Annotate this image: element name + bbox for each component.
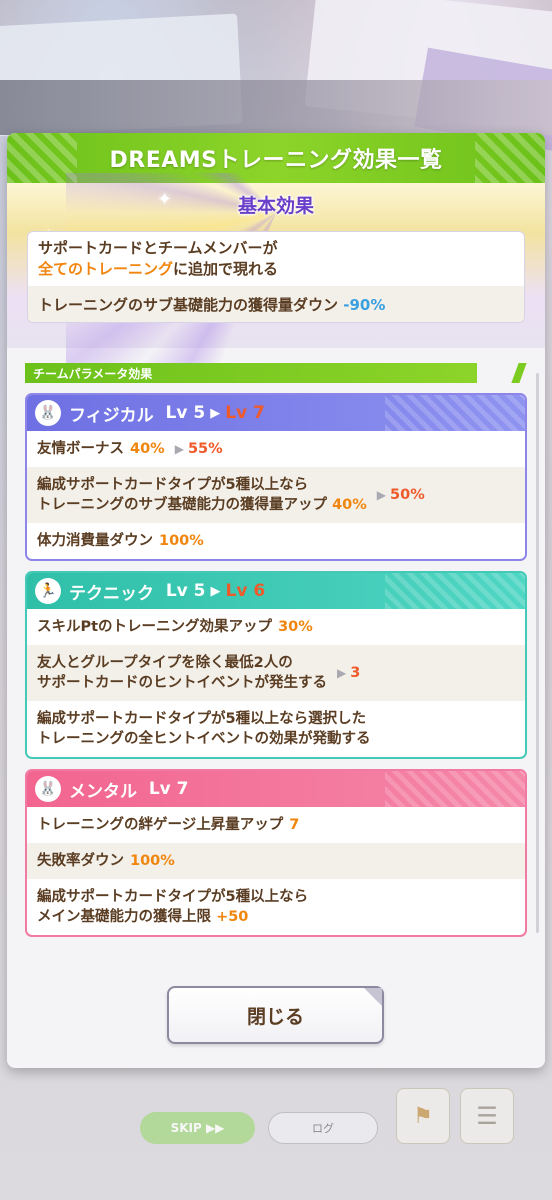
scrollbar[interactable]: [536, 373, 539, 933]
basic-effect-line: サポートカードとチームメンバーが: [38, 239, 278, 257]
basic-effects-label: 基本効果: [237, 195, 315, 217]
play-triangle-icon: ▶: [210, 405, 221, 421]
level-to: Lv 6: [225, 581, 266, 601]
basic-effects-box: サポートカードとチームメンバーが 全てのトレーニングに追加で現れる トレーニング…: [27, 231, 525, 323]
effect-row: 友情ボーナス 40% ▶ 55%: [27, 431, 525, 467]
training-effects-dialog: DREAMSトレーニング効果一覧 ✦ ✦ ✦ 基本効果 サポートカードとチームメ…: [7, 133, 545, 1068]
level-to: Lv 7: [225, 403, 265, 423]
effect-text: トレーニングの全ヒントイベントの効果が発動する: [37, 731, 371, 747]
card-name: フィジカル: [69, 405, 154, 426]
effect-text: スキルPtのトレーニング効果アップ: [37, 619, 273, 635]
team-parameter-header: チームパラメータ効果: [25, 363, 527, 383]
close-button[interactable]: 閉じる: [167, 986, 384, 1044]
effect-new-value: 50%: [390, 487, 425, 503]
effect-value: 100%: [130, 853, 175, 869]
basic-effect-line: 全てのトレーニングに追加で現れる: [38, 259, 514, 280]
skip-button[interactable]: SKIP ▶▶: [140, 1112, 255, 1144]
effect-text: 体力消費量ダウン: [37, 533, 153, 549]
effect-value: 100%: [159, 533, 204, 549]
effect-row: 編成サポートカードタイプが5種以上なら選択した トレーニングの全ヒントイベントの…: [27, 701, 525, 757]
basic-effect-row: サポートカードとチームメンバーが 全てのトレーニングに追加で現れる: [28, 232, 524, 286]
effect-text: 友人とグループタイプを除く最低2人の: [37, 655, 293, 671]
basic-effect-row: トレーニングのサブ基礎能力の獲得量ダウン -90%: [28, 286, 524, 322]
effect-new-value: 3: [350, 665, 361, 681]
bg-status-bar: [0, 80, 552, 135]
effect-row: 編成サポートカードタイプが5種以上なら メイン基礎能力の獲得上限 +50: [27, 879, 525, 935]
card-name: メンタル: [69, 781, 137, 802]
highlight-text: 全てのトレーニング: [38, 260, 174, 278]
log-button[interactable]: ログ: [268, 1112, 378, 1144]
technic-runner-icon: 🏃: [35, 578, 61, 604]
effect-text: トレーニングのサブ基礎能力の獲得量アップ: [37, 497, 327, 513]
basic-effect-value: -90%: [343, 296, 386, 314]
effect-text: 編成サポートカードタイプが5種以上なら選択した: [37, 711, 367, 727]
effect-new-value: 55%: [187, 441, 223, 457]
physical-bunny-icon: 🐰: [35, 400, 61, 426]
effects-scroll-list[interactable]: チームパラメータ効果 🐰 フィジカル Lv 5 ▶ Lv 7 友情ボーナス 40…: [7, 351, 545, 961]
effect-text-block: 編成サポートカードタイプが5種以上なら トレーニングのサブ基礎能力の獲得量アップ…: [37, 475, 367, 515]
mental-card: 🐰 メンタル Lv 7 トレーニングの絆ゲージ上昇量アップ 7 失敗率ダウン 1…: [25, 769, 527, 937]
effect-value: 40%: [130, 441, 165, 457]
level-from: Lv 5: [165, 581, 206, 601]
effect-row: 体力消費量ダウン 100%: [27, 523, 525, 559]
effect-text-line: トレーニングのサブ基礎能力の獲得量アップ 40%: [37, 495, 367, 515]
technic-card-header: 🏃 テクニック Lv 5 ▶ Lv 6: [27, 573, 525, 609]
effect-text: メイン基礎能力の獲得上限: [37, 909, 211, 925]
effect-text-line: メイン基礎能力の獲得上限 +50: [37, 907, 308, 927]
card-name: テクニック: [69, 583, 154, 604]
effect-text-block: 編成サポートカードタイプが5種以上なら選択した トレーニングの全ヒントイベントの…: [37, 709, 371, 749]
mental-card-header: 🐰 メンタル Lv 7: [27, 771, 525, 807]
effect-row: 友人とグループタイプを除く最低2人の サポートカードのヒントイベントが発生する …: [27, 645, 525, 701]
effect-text: 編成サポートカードタイプが5種以上なら: [37, 889, 309, 905]
effect-value: 30%: [278, 619, 313, 635]
basic-effect-text: トレーニングのサブ基礎能力の獲得量ダウン: [38, 296, 339, 314]
effect-value: 7: [289, 817, 300, 833]
sparkle-icon: ✦: [157, 189, 173, 210]
effect-text-block: 友人とグループタイプを除く最低2人の サポートカードのヒントイベントが発生する: [37, 653, 327, 693]
effect-row: トレーニングの絆ゲージ上昇量アップ 7: [27, 807, 525, 843]
technic-card: 🏃 テクニック Lv 5 ▶ Lv 6 スキルPtのトレーニング効果アップ 30…: [25, 571, 527, 759]
effect-value: 40%: [332, 497, 367, 513]
effect-text-block: 編成サポートカードタイプが5種以上なら メイン基礎能力の獲得上限 +50: [37, 887, 308, 927]
effect-text: 編成サポートカードタイプが5種以上なら: [37, 477, 309, 493]
play-triangle-icon: ▶: [174, 442, 184, 456]
effect-row: スキルPtのトレーニング効果アップ 30%: [27, 609, 525, 645]
physical-card-header: 🐰 フィジカル Lv 5 ▶ Lv 7: [27, 395, 525, 431]
level-from: Lv 5: [165, 403, 206, 423]
dialog-title: DREAMSトレーニング効果一覧: [109, 148, 443, 173]
effect-text: 友情ボーナス: [37, 441, 124, 457]
menu-icon[interactable]: ☰: [460, 1088, 514, 1144]
effect-text: トレーニングの絆ゲージ上昇量アップ: [37, 817, 284, 833]
play-triangle-icon: ▶: [337, 666, 347, 680]
effect-row: 編成サポートカードタイプが5種以上なら トレーニングのサブ基礎能力の獲得量アップ…: [27, 467, 525, 523]
effect-text: 失敗率ダウン: [37, 853, 124, 869]
basic-effect-text: に追加で現れる: [173, 260, 279, 278]
mental-bunny-icon: 🐰: [35, 776, 61, 802]
training-icon[interactable]: ⚑: [396, 1088, 450, 1144]
play-triangle-icon: ▶: [210, 583, 221, 599]
effect-text: サポートカードのヒントイベントが発生する: [37, 675, 327, 691]
play-triangle-icon: ▶: [376, 488, 387, 502]
level: Lv 7: [148, 779, 189, 799]
basic-effects-section: ✦ ✦ ✦ 基本効果 サポートカードとチームメンバーが 全てのトレーニングに追加…: [7, 173, 545, 373]
physical-card: 🐰 フィジカル Lv 5 ▶ Lv 7 友情ボーナス 40% ▶ 55% 編成サ…: [25, 393, 527, 561]
effect-row: 失敗率ダウン 100%: [27, 843, 525, 879]
effect-value: +50: [216, 909, 249, 925]
